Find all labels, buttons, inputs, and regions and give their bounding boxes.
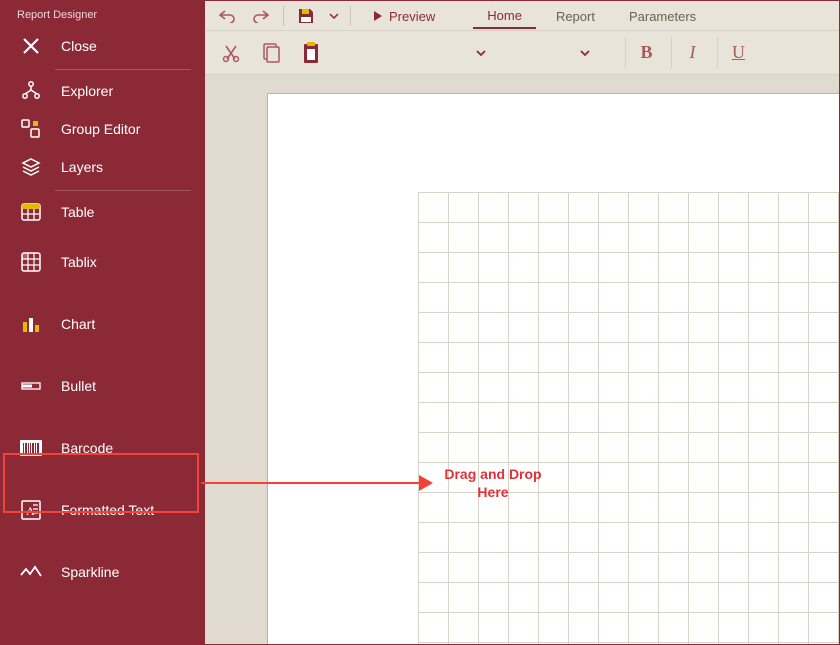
sidebar-item-barcode[interactable]: Barcode	[1, 417, 205, 479]
tab-home[interactable]: Home	[473, 3, 536, 29]
annotation-arrow	[201, 482, 426, 484]
svg-text:A: A	[26, 504, 35, 518]
divider	[55, 190, 191, 191]
save-button[interactable]	[292, 3, 320, 29]
bold-button[interactable]: B	[625, 37, 667, 69]
annotation-text: Drag and Drop Here	[418, 465, 568, 501]
redo-button[interactable]	[247, 3, 275, 29]
cut-button[interactable]	[213, 35, 249, 71]
separator	[283, 6, 284, 26]
tablix-icon	[19, 250, 43, 274]
sidebar-item-label: Layers	[61, 159, 103, 175]
underline-button[interactable]: U	[717, 37, 759, 69]
bullet-icon	[19, 374, 43, 398]
tab-report[interactable]: Report	[542, 4, 609, 28]
sidebar-item-label: Tablix	[61, 254, 97, 270]
toolbar-tools: B I U	[205, 31, 839, 75]
preview-button[interactable]: Preview	[359, 4, 449, 28]
formatted-text-icon: A	[19, 498, 43, 522]
toolbar-tabs: Preview Home Report Parameters	[205, 1, 839, 31]
report-page[interactable]	[267, 93, 839, 644]
sparkline-icon	[19, 560, 43, 584]
italic-button[interactable]: I	[671, 37, 713, 69]
play-icon	[373, 10, 383, 22]
sidebar-item-chart[interactable]: Chart	[1, 293, 205, 355]
sidebar-item-label: Formatted Text	[61, 502, 154, 518]
sidebar-item-explorer[interactable]: Explorer	[1, 72, 205, 110]
sidebar-item-formatted-text[interactable]: A Formatted Text	[1, 479, 205, 541]
chevron-down-icon	[579, 49, 591, 57]
sidebar-item-bullet[interactable]: Bullet	[1, 355, 205, 417]
sidebar-item-sparkline[interactable]: Sparkline	[1, 541, 205, 603]
preview-label: Preview	[389, 9, 435, 24]
layers-icon	[19, 155, 43, 179]
sidebar-item-tablix[interactable]: Tablix	[1, 231, 205, 293]
font-size-dropdown[interactable]	[507, 40, 597, 66]
sidebar-item-group-editor[interactable]: Group Editor	[1, 110, 205, 148]
sidebar-item-close[interactable]: Close	[1, 27, 205, 65]
divider	[55, 69, 191, 70]
annotation-line2: Here	[477, 484, 508, 500]
explorer-icon	[19, 79, 43, 103]
undo-button[interactable]	[213, 3, 241, 29]
sidebar-item-label: Explorer	[61, 83, 113, 99]
paste-button[interactable]	[293, 35, 329, 71]
barcode-icon	[19, 436, 43, 460]
separator	[350, 6, 351, 26]
sidebar-item-layers[interactable]: Layers	[1, 148, 205, 186]
sidebar-item-label: Table	[61, 204, 94, 220]
save-dropdown[interactable]	[326, 3, 342, 29]
design-canvas[interactable]	[205, 75, 839, 644]
sidebar-item-label: Close	[61, 38, 97, 54]
sidebar-item-label: Sparkline	[61, 564, 119, 580]
table-icon	[19, 200, 43, 224]
group-editor-icon	[19, 117, 43, 141]
chevron-down-icon	[475, 49, 487, 57]
copy-button[interactable]	[253, 35, 289, 71]
sidebar-item-label: Barcode	[61, 440, 113, 456]
sidebar: Report Designer Close Explorer Group Edi…	[1, 1, 205, 644]
tab-parameters[interactable]: Parameters	[615, 4, 710, 28]
sidebar-item-table[interactable]: Table	[1, 193, 205, 231]
close-icon	[19, 34, 43, 58]
sidebar-item-label: Chart	[61, 316, 95, 332]
sidebar-item-label: Group Editor	[61, 121, 140, 137]
annotation-line1: Drag and Drop	[444, 466, 541, 482]
sidebar-item-label: Bullet	[61, 378, 96, 394]
sidebar-title: Report Designer	[1, 5, 205, 27]
font-family-dropdown[interactable]	[363, 40, 493, 66]
main-area: Preview Home Report Parameters B I U	[205, 1, 839, 644]
chart-icon	[19, 312, 43, 336]
design-grid[interactable]	[418, 192, 839, 644]
